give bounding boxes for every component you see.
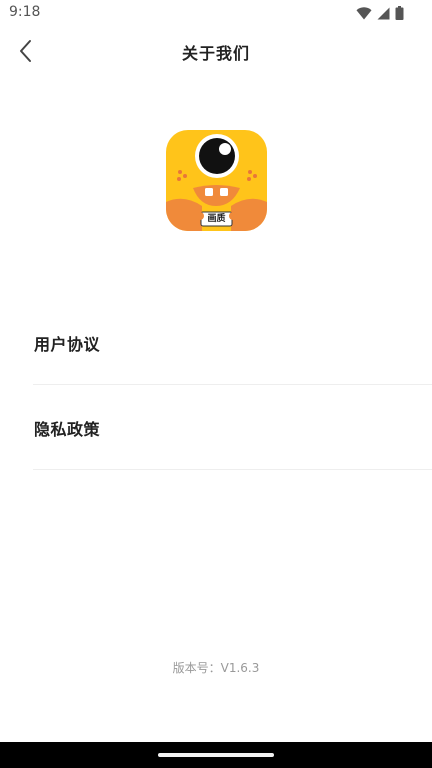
status-icons (356, 5, 404, 24)
home-indicator[interactable] (158, 753, 274, 757)
menu-item-label: 用户协议 (34, 335, 101, 354)
menu-item-label: 隐私政策 (34, 420, 101, 439)
signal-icon (377, 5, 390, 24)
version-text: 版本号：V1.6.3 (172, 661, 260, 675)
logo-label: 画质 (207, 214, 226, 224)
status-bar: 9:18 (0, 0, 432, 26)
app-logo: 画质 (166, 130, 267, 231)
page-title: 关于我们 (181, 44, 250, 63)
header-bar: 关于我们 (0, 26, 432, 76)
status-time: 9:18 (9, 4, 41, 20)
about-us-screen: 9:18 关于我们 画质 用户协议 隐私政策 版本号：V1.6.3 (0, 0, 432, 768)
menu-item-user-agreement[interactable]: 用户协议 (33, 300, 432, 385)
wifi-icon (356, 5, 372, 24)
battery-icon (395, 5, 404, 24)
menu-item-privacy-policy[interactable]: 隐私政策 (33, 385, 432, 470)
system-nav-bar (0, 742, 432, 768)
